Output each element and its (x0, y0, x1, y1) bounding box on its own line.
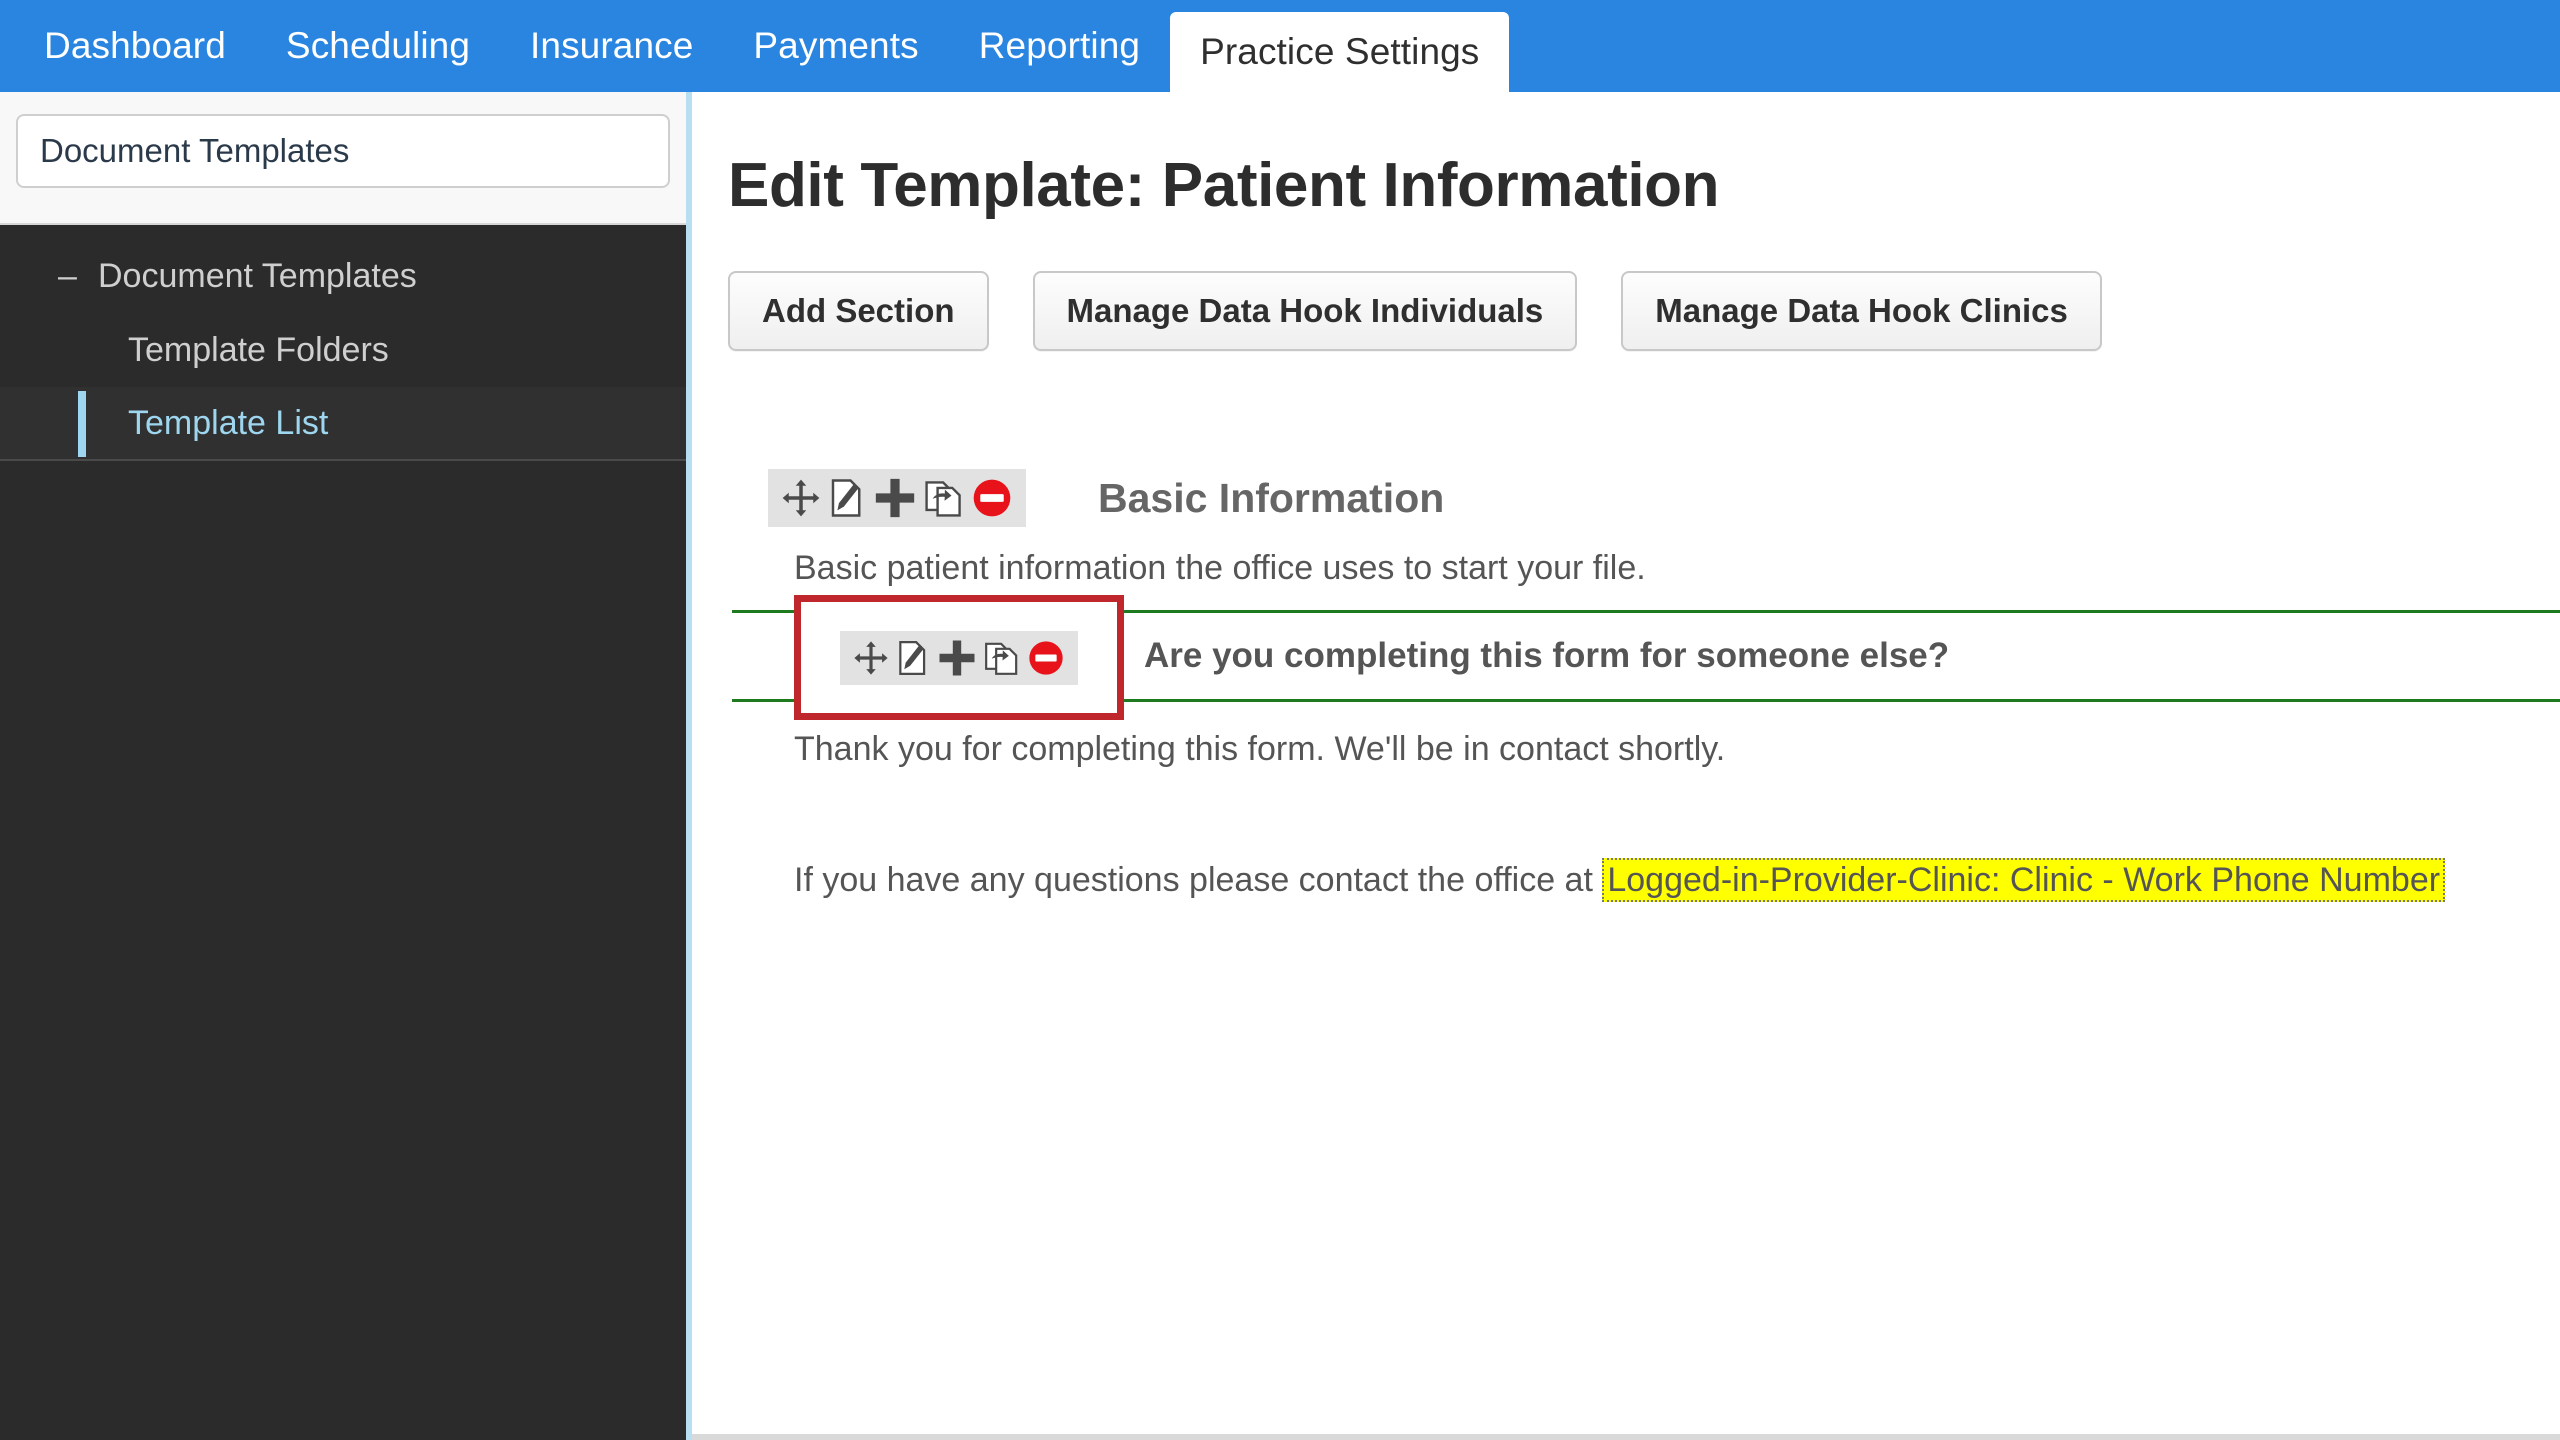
nav-item-scheduling[interactable]: Scheduling (256, 0, 500, 92)
sidebar-tree: – Document Templates Template Folders Te… (0, 225, 686, 461)
sidebar-item-label: Document Templates (98, 256, 417, 295)
sidebar-item-label: Template List (128, 403, 329, 442)
manage-data-hook-individuals-button[interactable]: Manage Data Hook Individuals (1032, 271, 1578, 351)
sidebar-item-label: Template Folders (128, 330, 389, 369)
action-button-row: Add Section Manage Data Hook Individuals… (728, 271, 2560, 351)
search-input[interactable] (16, 114, 670, 188)
question-row[interactable]: Are you completing this form for someone… (732, 595, 2560, 720)
section-header: Basic Information (768, 469, 2560, 527)
section-toolbar-wrapper (768, 469, 1068, 527)
nav-item-dashboard[interactable]: Dashboard (14, 0, 256, 92)
app-body: – Document Templates Template Folders Te… (0, 92, 2560, 1440)
bottom-rule (692, 1434, 2560, 1440)
contact-prefix-text: If you have any questions please contact… (794, 861, 1603, 899)
thank-you-paragraph: Thank you for completing this form. We'l… (794, 730, 1726, 768)
delete-icon[interactable] (1026, 638, 1066, 678)
delete-icon[interactable] (970, 476, 1014, 520)
question-text: Are you completing this form for someone… (1144, 636, 1950, 675)
sidebar-search-area (0, 92, 686, 225)
add-section-button[interactable]: Add Section (728, 271, 989, 351)
nav-item-payments[interactable]: Payments (723, 0, 948, 92)
page-title: Edit Template: Patient Information (728, 151, 1720, 220)
nav-item-insurance[interactable]: Insurance (500, 0, 723, 92)
question-toolbar (840, 630, 1078, 685)
question-toolbar-highlight (794, 595, 1124, 720)
nav-item-practice-settings[interactable]: Practice Settings (1170, 12, 1510, 92)
edit-icon[interactable] (826, 477, 868, 519)
top-navigation-bar: Dashboard Scheduling Insurance Payments … (0, 0, 2560, 92)
nav-item-reporting[interactable]: Reporting (949, 0, 1170, 92)
duplicate-icon[interactable] (922, 476, 966, 520)
template-form-body: Basic Information Basic patient informat… (728, 469, 2560, 902)
contact-paragraph: If you have any questions please contact… (794, 858, 2560, 902)
move-icon[interactable] (852, 639, 890, 677)
manage-data-hook-clinics-button[interactable]: Manage Data Hook Clinics (1621, 271, 2102, 351)
sidebar-item-template-folders[interactable]: Template Folders (0, 313, 686, 387)
section-title: Basic Information (1098, 474, 1445, 521)
sidebar-item-template-list[interactable]: Template List (0, 387, 686, 461)
add-icon[interactable] (936, 637, 978, 679)
section-description: Basic patient information the office use… (794, 549, 1646, 587)
move-icon[interactable] (780, 477, 822, 519)
main-content: Edit Template: Patient Information Add S… (692, 92, 2560, 1440)
section-toolbar (768, 469, 1026, 527)
add-icon[interactable] (872, 475, 918, 521)
duplicate-icon[interactable] (982, 638, 1022, 678)
sidebar: – Document Templates Template Folders Te… (0, 92, 686, 1440)
edit-icon[interactable] (894, 639, 932, 677)
collapse-minus-icon[interactable]: – (58, 259, 86, 293)
sidebar-item-document-templates[interactable]: – Document Templates (0, 239, 686, 313)
data-hook-token[interactable]: Logged-in-Provider-Clinic: Clinic - Work… (1602, 858, 2446, 902)
